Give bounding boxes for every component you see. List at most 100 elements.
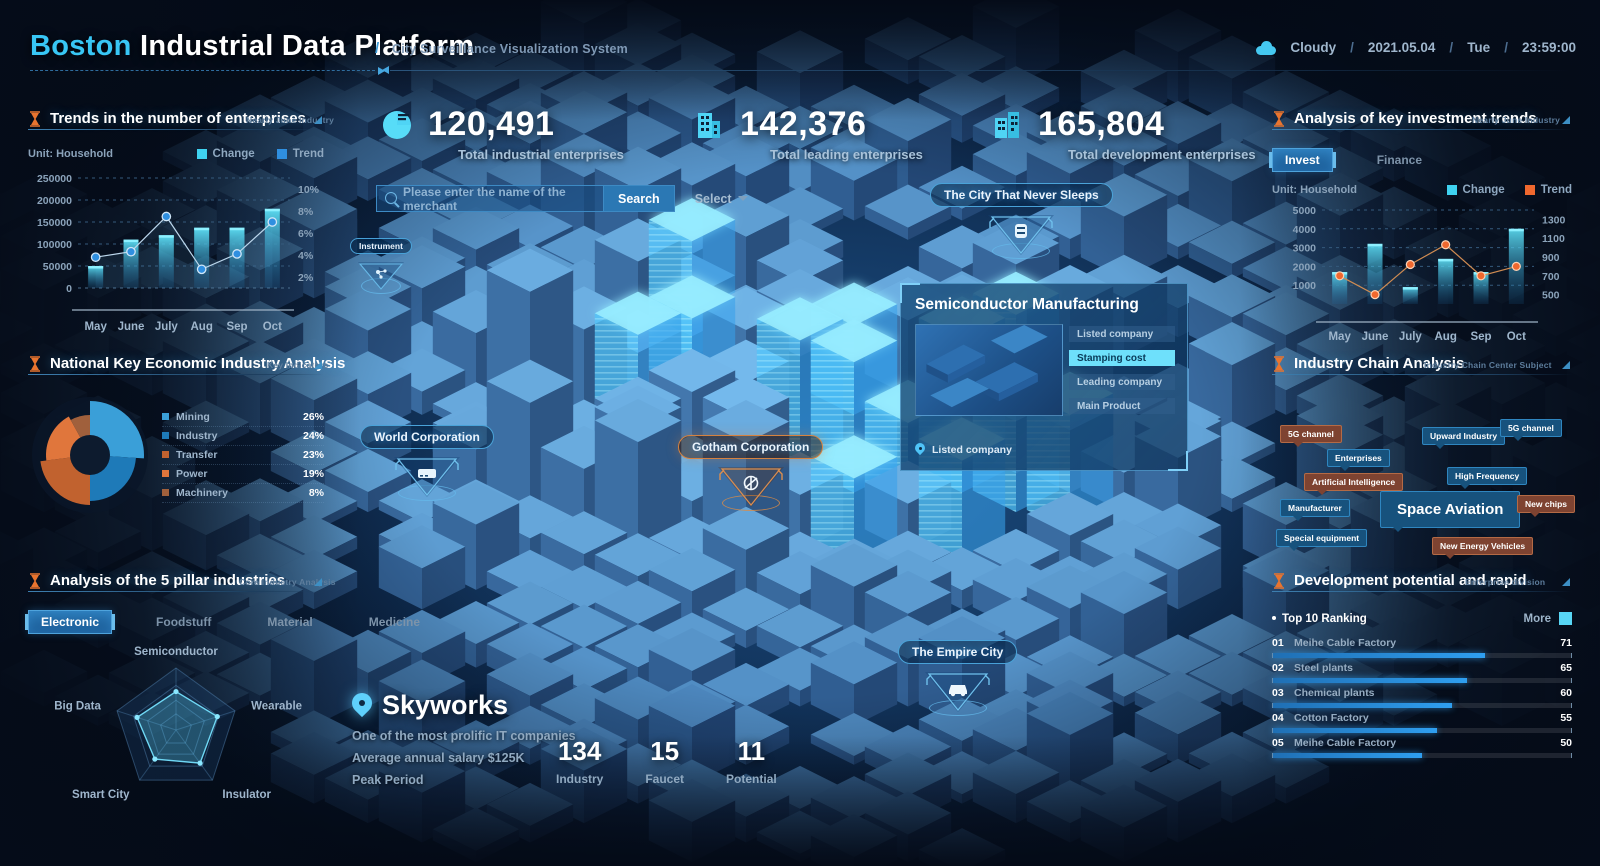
map-marker-empire-city[interactable]: The Empire City [898, 640, 1018, 716]
chain-tag-manufacturer[interactable]: Manufacturer [1280, 499, 1350, 521]
pillar-tab-medicine[interactable]: Medicine [357, 611, 432, 633]
svg-text:2%: 2% [298, 272, 314, 284]
chain-tag-5g-channel[interactable]: 5G channel [1500, 419, 1562, 441]
unit-label: Unit: Household [1272, 184, 1357, 196]
investment-tab-finance[interactable]: Finance [1365, 149, 1434, 171]
header-dashed-rule [30, 67, 385, 75]
pillar-tabs[interactable]: Electronic Foodstuff Material Medicine [24, 610, 420, 634]
pillar-tab-electronic[interactable]: Electronic [24, 610, 116, 634]
legend-label: Power [176, 467, 208, 480]
city-icon [995, 111, 1019, 138]
popup-chip-leading[interactable]: Leading company [1069, 374, 1175, 390]
search-input[interactable]: Please enter the name of the merchant [376, 185, 604, 213]
svg-text:1100: 1100 [1542, 233, 1565, 245]
marker-label: The City That Never Sleeps [930, 183, 1113, 207]
chain-tag-artificial-intelligence[interactable]: Artificial Intelligence [1304, 473, 1404, 495]
rank-name: Chemical plants [1294, 687, 1375, 699]
stat-value: 134 [557, 736, 602, 766]
legend-swatch [162, 470, 169, 477]
popup-chip-listed[interactable]: Listed company [1069, 326, 1175, 342]
rank-index: 01 [1272, 637, 1284, 649]
title-divider: / [375, 40, 380, 57]
chain-tag-high-frequency[interactable]: High Frequency [1447, 467, 1528, 489]
kpi-value: 120,491 [428, 105, 555, 143]
panel-header: National Key Economic Industry Analysis … [28, 355, 345, 377]
pie-legend-item: Machinery 8% [162, 484, 324, 503]
chain-tag-enterprises[interactable]: Enterprises [1327, 449, 1390, 471]
panel-corner [1562, 116, 1570, 124]
stat-label: Industry [556, 772, 604, 786]
semiconductor-popup[interactable]: Semiconductor Manufacturing Listed compa… [900, 283, 1188, 471]
pin-icon [352, 693, 372, 719]
svg-text:5000: 5000 [1293, 205, 1317, 217]
legend-trend: Trend [276, 148, 324, 160]
ranking-more-button[interactable]: More [1524, 612, 1572, 625]
chain-tag-special-equipment[interactable]: Special equipment [1276, 529, 1368, 551]
svg-text:0: 0 [66, 283, 72, 295]
pillar-tab-material[interactable]: Material [255, 611, 324, 633]
svg-text:4000: 4000 [1293, 224, 1317, 236]
svg-text:Oct: Oct [263, 321, 282, 333]
map-marker-city-never-sleeps[interactable]: The City That Never Sleeps [930, 183, 1113, 259]
industry-chain-cloud[interactable]: 5G channel Enterprises Upward Industry 5G c… [1272, 387, 1576, 559]
svg-text:Big Data: Big Data [54, 701, 101, 713]
rank-name: Meihe Cable Factory [1294, 737, 1397, 749]
pillar-tab-foodstuff[interactable]: Foodstuff [144, 611, 223, 633]
weekday-label: Tue [1467, 40, 1491, 55]
map-marker-instrument[interactable]: Instrument [350, 238, 412, 294]
chain-tag-new-energy-vehicles[interactable]: New Energy Vehicles [1432, 537, 1534, 559]
svg-text:100000: 100000 [37, 239, 72, 251]
svg-text:50000: 50000 [43, 261, 72, 273]
popup-chip-main-product[interactable]: Main Product [1069, 398, 1175, 414]
search-button[interactable]: Search [604, 185, 675, 212]
legend-swatch [162, 413, 169, 420]
kpi-value: 165,804 [1038, 105, 1165, 143]
pie-legend-item: Transfer 23% [162, 446, 324, 465]
weather-label: Cloudy [1290, 40, 1337, 55]
ranking-row[interactable]: 01 Meihe Cable Factory 71 [1272, 637, 1572, 658]
ranking-header: Top 10 Ranking [1272, 613, 1367, 625]
popup-title: Semiconductor Manufacturing [915, 296, 1139, 313]
svg-text:Oct: Oct [1507, 331, 1526, 343]
pillar-radar-chart: Semiconductor Wearable Insulator Smart City… [54, 646, 302, 801]
svg-text:Aug: Aug [1434, 331, 1456, 343]
skyworks-line-3: Peak Period [352, 773, 424, 787]
kpi-total-development: 165,804 Total development enterprises [990, 105, 1256, 162]
ranking-row[interactable]: 02 Steel plants 65 [1272, 662, 1572, 683]
chain-tag-5g-channel[interactable]: 5G channel [1280, 425, 1342, 447]
panel-pillar-industries: Analysis of the 5 pillar industries Core… [24, 572, 420, 828]
select-dropdown[interactable]: Select [695, 192, 748, 206]
chain-tag-space-aviation[interactable]: Space Aviation [1380, 491, 1521, 532]
map-marker-gotham-corporation[interactable]: Gotham Corporation [678, 435, 824, 511]
skyworks-title: Skyworks [352, 690, 576, 721]
chain-tag-upward-industry[interactable]: Upward Industry [1422, 427, 1506, 449]
legend-swatch [162, 432, 169, 439]
hourglass-icon [30, 573, 40, 589]
time-label: 23:59:00 [1521, 40, 1576, 55]
search-bar[interactable]: Please enter the name of the merchant Se… [376, 185, 748, 213]
popup-chip-stamping[interactable]: Stamping cost [1069, 350, 1175, 366]
legend-label: Mining [176, 410, 210, 423]
svg-text:150000: 150000 [37, 217, 72, 229]
map-marker-world-corporation[interactable]: World Corporation [360, 425, 494, 501]
skyworks-name: Skyworks [382, 690, 509, 720]
legend-label: Trend [292, 148, 324, 160]
legend-value: 19% [302, 467, 324, 480]
hourglass-icon [1274, 573, 1284, 589]
ranking-row[interactable]: 03 Chemical plants 60 [1272, 687, 1572, 708]
status-sep-2: / [1449, 40, 1454, 55]
ranking-row[interactable]: 05 Meihe Cable Factory 50 [1272, 737, 1572, 758]
investment-tab-invest[interactable]: Invest [1269, 148, 1336, 172]
chain-tag-new-chips[interactable]: New chips [1517, 495, 1576, 517]
legend-label: Trend [1540, 184, 1572, 196]
panel-header: Development potential and rapid Enterpri… [1272, 572, 1572, 594]
skyworks-info: Skyworks One of the most prolific IT com… [352, 690, 576, 787]
ranking-row[interactable]: 04 Cotton Factory 55 [1272, 712, 1572, 733]
panel-corner [1562, 361, 1570, 369]
panel-corner [1562, 578, 1570, 586]
rank-value: 55 [1560, 712, 1572, 724]
svg-text:700: 700 [1542, 271, 1560, 283]
investment-tabs[interactable]: Invest Finance [1269, 148, 1572, 172]
svg-text:8%: 8% [298, 206, 314, 218]
select-label: Select [694, 191, 732, 206]
